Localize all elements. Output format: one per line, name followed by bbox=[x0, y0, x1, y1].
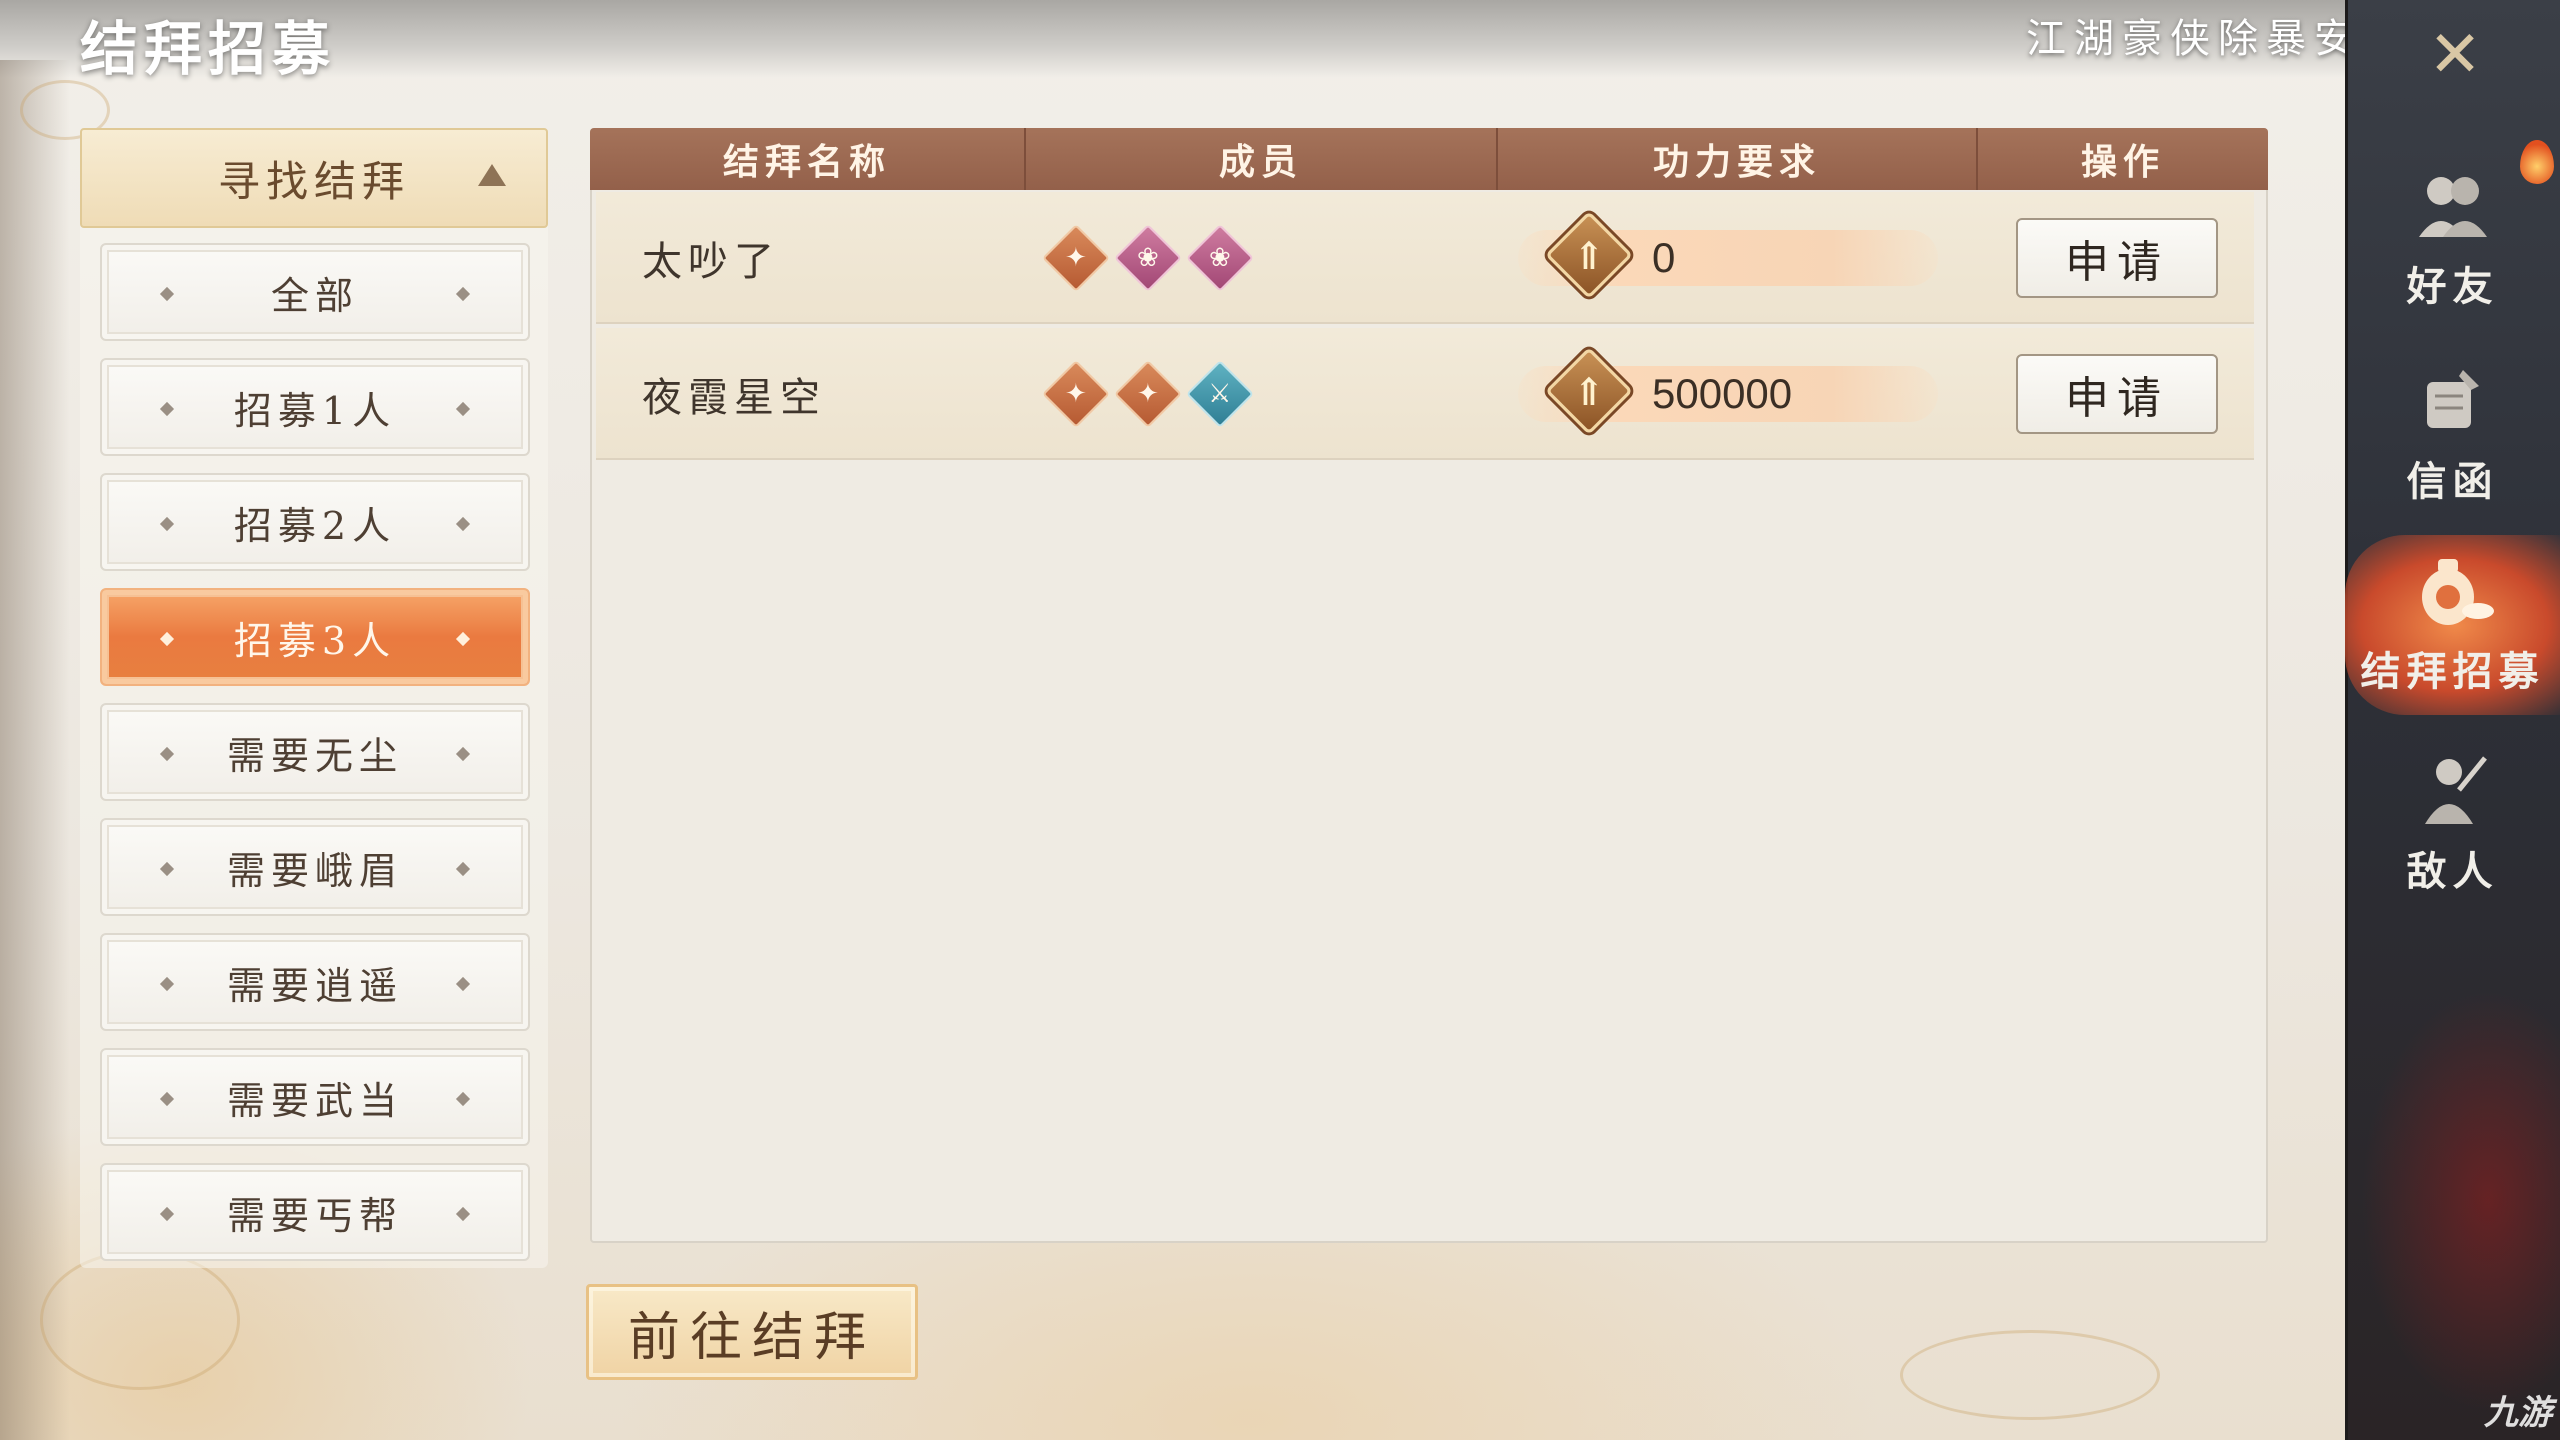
sword-teal-icon: ⚔ bbox=[1186, 360, 1254, 428]
power-gem-icon: ⇑ bbox=[1545, 211, 1633, 299]
nav-item-enemies[interactable]: 敌人 bbox=[2345, 735, 2560, 915]
diamond-dot-icon bbox=[159, 746, 175, 762]
diamond-dot-icon bbox=[159, 1091, 175, 1107]
table-row: 夜霞星空 ✦ ✦ ⚔ ⇑ 500000 申请 bbox=[596, 328, 2254, 460]
diamond-dot-icon bbox=[159, 286, 175, 302]
sect-orange-icon: ✦ bbox=[1114, 360, 1182, 428]
nav-item-label: 信函 bbox=[2406, 458, 2499, 505]
filter-label: 需要逍遥 bbox=[226, 963, 403, 1008]
filter-need-wuchen[interactable]: 需要无尘 bbox=[100, 703, 530, 801]
enemy-icon bbox=[2408, 745, 2498, 835]
diamond-dot-icon bbox=[159, 861, 175, 877]
power-requirement: 500000 bbox=[1652, 370, 1793, 417]
diamond-dot-icon bbox=[455, 631, 471, 647]
filter-label: 需要峨眉 bbox=[226, 848, 403, 893]
filter-label: 招募1人 bbox=[233, 388, 397, 433]
sect-orange-icon: ✦ bbox=[1042, 224, 1110, 292]
page-title: 结拜招募 bbox=[80, 15, 337, 83]
sworn-group-name: 太吵了 bbox=[642, 239, 780, 285]
filter-label: 全部 bbox=[270, 273, 359, 318]
filter-recruit-3[interactable]: 招募3人 bbox=[100, 588, 530, 686]
table-row: 太吵了 ✦ ❀ ❀ ⇑ 0 申请 bbox=[596, 192, 2254, 324]
filter-label: 需要武当 bbox=[226, 1078, 403, 1123]
nav-item-label: 敌人 bbox=[2406, 848, 2499, 895]
lotus-pink-icon: ❀ bbox=[1114, 224, 1182, 292]
letter-icon bbox=[2408, 355, 2498, 445]
friends-icon bbox=[2408, 160, 2498, 250]
diamond-dot-icon bbox=[455, 1091, 471, 1107]
diamond-dot-icon bbox=[159, 401, 175, 417]
cloud-decoration bbox=[1900, 1330, 2160, 1420]
go-sworn-button[interactable]: 前往结拜 bbox=[586, 1284, 918, 1380]
diamond-dot-icon bbox=[455, 516, 471, 532]
diamond-dot-icon bbox=[455, 401, 471, 417]
lotus-pink-icon: ❀ bbox=[1186, 224, 1254, 292]
filter-label: 需要丐帮 bbox=[226, 1193, 403, 1238]
power-gem-icon: ⇑ bbox=[1545, 347, 1633, 435]
filter-label: 招募3人 bbox=[233, 618, 397, 663]
nav-item-letters[interactable]: 信函 bbox=[2345, 345, 2560, 525]
diamond-dot-icon bbox=[159, 1206, 175, 1222]
table-header: 结拜名称 成员 功力要求 操作 bbox=[590, 128, 2268, 190]
filter-all[interactable]: 全部 bbox=[100, 243, 530, 341]
wine-jar-icon bbox=[2408, 545, 2498, 635]
apply-button[interactable]: 申请 bbox=[2016, 218, 2218, 298]
crossed-swords-icon: ✕ bbox=[2428, 18, 2482, 92]
diamond-dot-icon bbox=[455, 976, 471, 992]
nav-item-sworn-recruit[interactable]: 结拜招募 bbox=[2345, 535, 2560, 715]
filter-need-wudang[interactable]: 需要武当 bbox=[100, 1048, 530, 1146]
nav-item-friends[interactable]: 好友 bbox=[2345, 150, 2560, 330]
filter-label: 招募2人 bbox=[233, 503, 397, 548]
watermark-logo: 九游 bbox=[2484, 1394, 2552, 1432]
filter-panel-title: 寻找结拜 bbox=[217, 156, 410, 206]
nav-item-label: 好友 bbox=[2406, 263, 2499, 310]
diamond-dot-icon bbox=[159, 631, 175, 647]
diamond-dot-icon bbox=[455, 1206, 471, 1222]
column-header-action: 操作 bbox=[2080, 141, 2165, 183]
filter-need-emei[interactable]: 需要峨眉 bbox=[100, 818, 530, 916]
left-edge-decoration bbox=[0, 60, 70, 1440]
diamond-dot-icon bbox=[455, 746, 471, 762]
column-header-name: 结拜名称 bbox=[722, 141, 891, 183]
filter-label: 需要无尘 bbox=[226, 733, 403, 778]
apply-button[interactable]: 申请 bbox=[2016, 354, 2218, 434]
diamond-dot-icon bbox=[455, 861, 471, 877]
filter-need-xiaoyao[interactable]: 需要逍遥 bbox=[100, 933, 530, 1031]
diamond-dot-icon bbox=[455, 286, 471, 302]
filter-panel-header[interactable]: 寻找结拜 bbox=[80, 128, 548, 228]
filter-need-gaibang[interactable]: 需要丐帮 bbox=[100, 1163, 530, 1261]
filter-recruit-2[interactable]: 招募2人 bbox=[100, 473, 530, 571]
power-requirement: 0 bbox=[1652, 234, 1676, 281]
diamond-dot-icon bbox=[159, 976, 175, 992]
cloud-decoration bbox=[40, 1250, 240, 1390]
sworn-group-name: 夜霞星空 bbox=[642, 375, 826, 421]
column-header-members: 成员 bbox=[1218, 141, 1303, 183]
diamond-dot-icon bbox=[159, 516, 175, 532]
collapse-arrow-icon[interactable] bbox=[478, 164, 506, 186]
nav-item-label: 结拜招募 bbox=[2360, 648, 2545, 695]
filter-recruit-1[interactable]: 招募1人 bbox=[100, 358, 530, 456]
column-header-power: 功力要求 bbox=[1652, 141, 1821, 183]
sect-orange-icon: ✦ bbox=[1042, 360, 1110, 428]
